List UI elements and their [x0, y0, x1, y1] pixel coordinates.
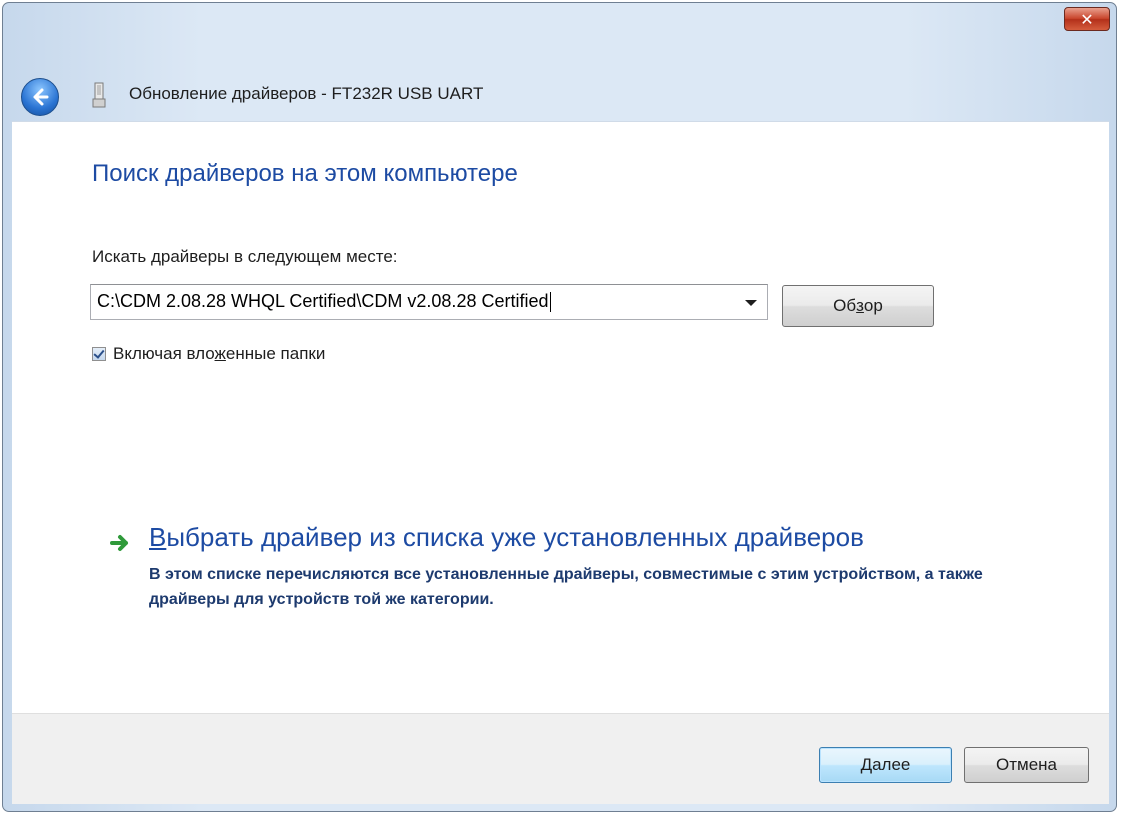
include-subfolders-label: Включая вложенные папки	[113, 344, 325, 364]
pick-link-accel: В	[149, 522, 167, 552]
browse-label-post: ор	[863, 296, 883, 315]
back-arrow-icon	[33, 88, 49, 106]
usb-device-icon	[92, 82, 106, 108]
path-combobox[interactable]: C:\CDM 2.08.28 WHQL Certified\CDM v2.08.…	[90, 284, 768, 320]
cancel-button[interactable]: Отмена	[964, 747, 1089, 783]
green-arrow-icon	[110, 535, 128, 551]
browse-button[interactable]: Об з ор	[782, 285, 934, 327]
browse-label-accel: з	[856, 296, 864, 315]
browse-label-pre: Об	[833, 296, 857, 315]
include-subfolders-option[interactable]: Включая вложенные папки	[92, 344, 325, 364]
dropdown-arrow-icon[interactable]	[745, 300, 757, 306]
subfolders-label-post: енные папки	[225, 344, 326, 363]
search-location-label: Искать драйверы в следующем месте:	[92, 247, 398, 266]
next-button[interactable]: Далее	[819, 747, 952, 783]
pick-from-list-link[interactable]: Выбрать драйвер из списка уже установлен…	[149, 522, 864, 553]
text-caret	[549, 292, 551, 313]
content-area: Поиск драйверов на этом компьютере Искат…	[12, 121, 1109, 714]
back-button[interactable]	[21, 78, 59, 116]
path-input-value: C:\CDM 2.08.28 WHQL Certified\CDM v2.08.…	[97, 291, 549, 311]
page-title: Поиск драйверов на этом компьютере	[92, 160, 518, 187]
close-icon: ✕	[1080, 9, 1094, 29]
dialog-window: ✕ Обновление драйверов - FT232R USB UART…	[2, 2, 1117, 812]
checkbox-checked-icon[interactable]	[92, 347, 106, 361]
subfolders-label-pre: Включая вло	[113, 344, 215, 363]
pick-from-list-description: В этом списке перечисляются все установл…	[149, 566, 983, 608]
titlebar: ✕ Обновление драйверов - FT232R USB UART	[3, 3, 1116, 121]
pick-link-rest: ыбрать драйвер из списка уже установленн…	[166, 522, 864, 552]
path-input[interactable]: C:\CDM 2.08.28 WHQL Certified\CDM v2.08.…	[97, 291, 551, 313]
subfolders-label-accel: ж	[214, 344, 226, 363]
footer-bar: Далее Отмена	[12, 713, 1109, 804]
close-button[interactable]: ✕	[1064, 7, 1110, 31]
window-title: Обновление драйверов - FT232R USB UART	[129, 84, 484, 103]
